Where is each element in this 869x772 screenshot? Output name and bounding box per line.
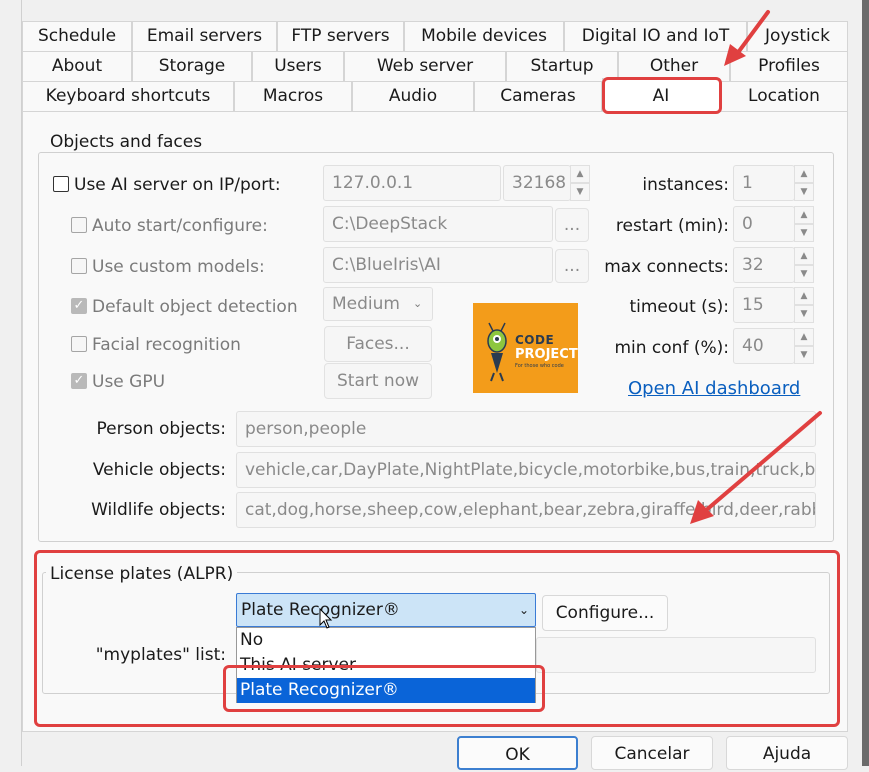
facial-recognition-checkbox[interactable] [71, 336, 87, 352]
instances-label: instances: [642, 175, 729, 195]
cancel-button[interactable]: Cancelar [591, 736, 713, 770]
tab-mobile-devices[interactable]: Mobile devices [404, 21, 564, 51]
tab-ftp-servers[interactable]: FTP servers [277, 21, 404, 51]
custom-models-checkbox[interactable] [71, 258, 87, 274]
auto-start-browse-button[interactable]: ... [555, 208, 589, 242]
min-conf-input[interactable]: 40 [733, 328, 795, 364]
auto-start-checkbox[interactable] [71, 217, 87, 233]
auto-start-label: Auto start/configure: [92, 216, 268, 236]
instances-input[interactable]: 1 [733, 165, 795, 201]
default-detection-label: Default object detection [92, 297, 298, 317]
codeproject-logo: CODE PROJECT For those who code [473, 303, 578, 393]
annotation-arrow-license-plates-icon [690, 411, 822, 524]
annotation-arrow-ai-tab-icon [724, 10, 770, 66]
codeproject-mascot-icon [487, 322, 507, 382]
custom-models-label: Use custom models: [92, 257, 265, 277]
timeout-label: timeout (s): [629, 297, 729, 317]
timeout-spin-down-icon[interactable]: ▼ [794, 305, 814, 323]
ai-server-port-input[interactable]: 32168 [503, 165, 571, 201]
tab-location[interactable]: Location [720, 81, 848, 111]
tab-about[interactable]: About [22, 51, 132, 81]
restart-spin-up-icon[interactable]: ▲ [794, 206, 814, 224]
tab-email-servers[interactable]: Email servers [132, 21, 277, 51]
help-button[interactable]: Ajuda [726, 736, 848, 770]
auto-start-path-input[interactable]: C:\DeepStack [323, 206, 553, 242]
timeout-spin-up-icon[interactable]: ▲ [794, 287, 814, 305]
faces-button[interactable]: Faces... [324, 326, 432, 362]
max-connects-label: max connects: [604, 257, 729, 277]
tab-startup[interactable]: Startup [506, 51, 618, 81]
custom-models-browse-button[interactable]: ... [555, 249, 589, 283]
port-spin-down-icon[interactable]: ▼ [570, 183, 590, 201]
restart-label: restart (min): [615, 216, 729, 236]
min-conf-spin-down-icon[interactable]: ▼ [794, 346, 814, 364]
ai-server-ip-input[interactable]: 127.0.0.1 [323, 165, 501, 201]
annotation-box-plate-recognizer [223, 665, 545, 712]
annotation-box-ai-tab [602, 77, 722, 114]
window-frame-left [0, 0, 22, 766]
instances-spin-down-icon[interactable]: ▼ [794, 183, 814, 201]
use-gpu-label: Use GPU [92, 372, 166, 392]
use-ai-server-checkbox[interactable] [53, 176, 69, 192]
logo-tagline-text: For those who code [515, 363, 564, 369]
tab-keyboard-shortcuts[interactable]: Keyboard shortcuts [22, 81, 234, 111]
use-gpu-checkbox[interactable]: ✓ [71, 373, 87, 389]
max-connects-spin-up-icon[interactable]: ▲ [794, 247, 814, 265]
window-frame-right [862, 0, 869, 766]
default-detection-checkbox[interactable]: ✓ [71, 298, 87, 314]
use-ai-server-label: Use AI server on IP/port: [74, 175, 281, 195]
person-objects-label: Person objects: [96, 419, 226, 439]
tab-schedule[interactable]: Schedule [22, 21, 132, 51]
tab-web-server[interactable]: Web server [344, 51, 506, 81]
wildlife-objects-label: Wildlife objects: [91, 500, 226, 520]
tab-cameras[interactable]: Cameras [474, 81, 602, 111]
min-conf-label: min conf (%): [614, 338, 729, 358]
restart-input[interactable]: 0 [733, 206, 795, 242]
timeout-input[interactable]: 15 [733, 287, 795, 323]
open-ai-dashboard-link[interactable]: Open AI dashboard [628, 378, 800, 399]
max-connects-spin-down-icon[interactable]: ▼ [794, 265, 814, 283]
tab-users[interactable]: Users [252, 51, 344, 81]
min-conf-spin-up-icon[interactable]: ▲ [794, 328, 814, 346]
tab-storage[interactable]: Storage [132, 51, 252, 81]
facial-recognition-label: Facial recognition [92, 335, 241, 355]
restart-spin-down-icon[interactable]: ▼ [794, 224, 814, 242]
max-connects-input[interactable]: 32 [733, 247, 795, 283]
tab-macros[interactable]: Macros [234, 81, 352, 111]
objects-faces-title: Objects and faces [46, 132, 207, 152]
port-spin-up-icon[interactable]: ▲ [570, 165, 590, 183]
detection-level-chevron-icon: ⌄ [413, 297, 423, 310]
ok-button[interactable]: OK [457, 736, 578, 770]
tab-audio[interactable]: Audio [352, 81, 474, 111]
vehicle-objects-label: Vehicle objects: [92, 460, 226, 480]
logo-code-text: CODE [515, 333, 555, 347]
start-now-button[interactable]: Start now [324, 363, 432, 399]
instances-spin-up-icon[interactable]: ▲ [794, 165, 814, 183]
custom-models-path-input[interactable]: C:\BlueIris\AI [323, 247, 553, 283]
logo-project-text: PROJECT [515, 347, 578, 362]
